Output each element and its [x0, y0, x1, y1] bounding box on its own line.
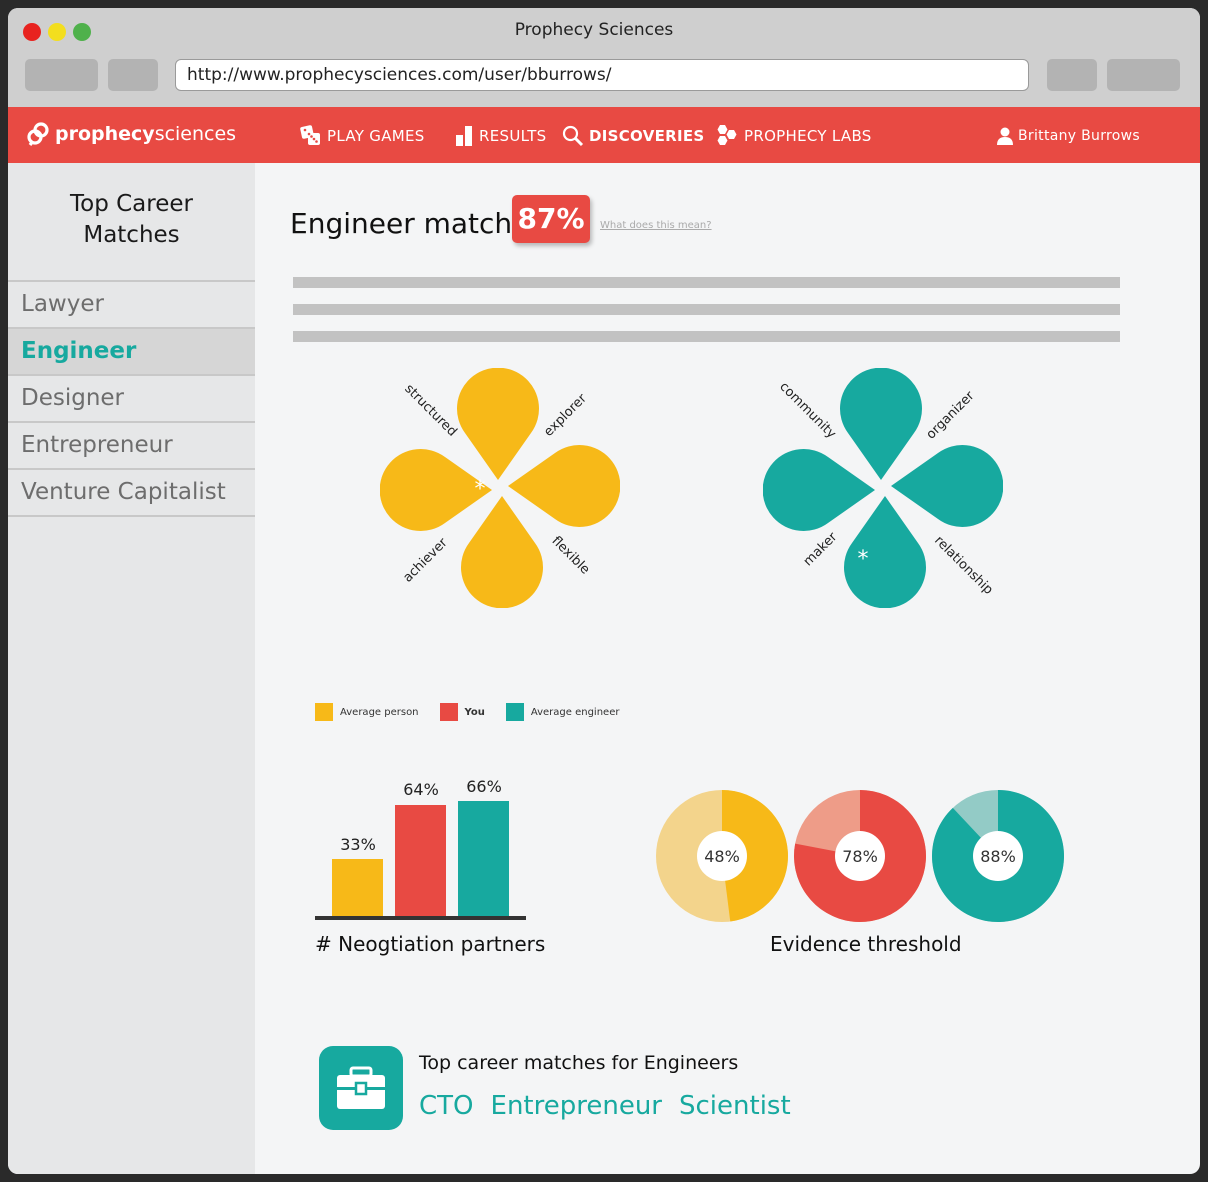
- career-link-cto[interactable]: CTO: [419, 1091, 474, 1121]
- sidebar-item-venture-capitalist[interactable]: Venture Capitalist: [8, 470, 255, 517]
- dice-icon: [300, 125, 320, 145]
- clover-label-community: community: [776, 379, 839, 442]
- match-badge: 87%: [512, 195, 590, 243]
- legend-label: Average person: [340, 706, 419, 718]
- top-nav: prophecy sciences PLAY GAMES RESULTS DISC…: [8, 107, 1200, 163]
- career-matches-title: Top career matches for Engineers: [419, 1052, 739, 1074]
- sidebar-item-designer[interactable]: Designer: [8, 376, 255, 423]
- toolbar-button[interactable]: [1047, 59, 1097, 91]
- address-bar[interactable]: http://www.prophecysciences.com/user/bbu…: [175, 59, 1029, 91]
- window-title: Prophecy Sciences: [514, 20, 674, 40]
- menu-button[interactable]: [1107, 59, 1180, 91]
- donut-value-label: 78%: [842, 847, 878, 866]
- bar-chart-icon: [456, 126, 472, 146]
- legend-swatch: [505, 703, 524, 721]
- main-content: Engineer match: 87% What does this mean?…: [255, 163, 1200, 1174]
- legend-swatch: [315, 703, 333, 721]
- clover-label-achiever: achiever: [400, 535, 451, 586]
- match-title: Engineer match:: [290, 207, 522, 240]
- donut-average-person: 48%: [656, 790, 788, 922]
- sidebar: Top Career Matches Lawyer Engineer Desig…: [8, 163, 255, 1174]
- sidebar-title-line1: Top Career: [70, 191, 193, 217]
- bar-average-engineer: [458, 801, 509, 916]
- browser-window: Prophecy Sciences http://www.prophecysci…: [8, 8, 1200, 1174]
- text-placeholder: [293, 331, 1120, 342]
- legend-average-engineer: Average engineer: [505, 703, 620, 721]
- sidebar-item-lawyer[interactable]: Lawyer: [8, 282, 255, 329]
- legend-you: You: [439, 703, 485, 721]
- career-link-scientist[interactable]: Scientist: [679, 1091, 791, 1121]
- text-placeholder: [293, 277, 1120, 288]
- legend-label: Average engineer: [530, 706, 620, 718]
- nav-discoveries-label: DISCOVERIES: [589, 127, 705, 145]
- donut-value-label: 88%: [980, 847, 1016, 866]
- back-button[interactable]: [25, 59, 98, 91]
- forward-button[interactable]: [108, 59, 158, 91]
- clover-label-flexible: flexible: [549, 534, 593, 578]
- clover-chart-right: * community organizer maker relationship: [763, 368, 1003, 608]
- sidebar-item-engineer[interactable]: Engineer: [8, 329, 255, 376]
- user-name: Brittany Burrows: [1018, 128, 1140, 144]
- career-link-entrepreneur[interactable]: Entrepreneur: [491, 1091, 662, 1121]
- sidebar-item-entrepreneur[interactable]: Entrepreneur: [8, 423, 255, 470]
- legend-swatch: [439, 703, 458, 721]
- chart-legend: Average person You Average engineer: [315, 703, 640, 721]
- logo[interactable]: prophecy sciences: [26, 119, 236, 149]
- donut-charts: 48% 78% 88%: [656, 790, 1064, 922]
- clover-label-maker: maker: [801, 529, 841, 569]
- nav-results-label: RESULTS: [479, 127, 547, 145]
- donut-value-label: 48%: [704, 847, 740, 866]
- sidebar-title-line2: Matches: [83, 222, 180, 248]
- bar-value-label: 33%: [340, 834, 376, 854]
- legend-average-person: Average person: [315, 703, 419, 721]
- donut-you: 78%: [794, 790, 926, 922]
- nav-play-games[interactable]: PLAY GAMES: [300, 123, 425, 149]
- nav-prophecy-labs[interactable]: PROPHECY LABS: [713, 123, 872, 149]
- nav-discoveries[interactable]: DISCOVERIES: [562, 123, 705, 149]
- search-icon: [562, 125, 584, 147]
- briefcase-icon: [319, 1046, 403, 1130]
- bar-you: [395, 804, 446, 916]
- bar-chart: 33% 64% 66%: [315, 777, 530, 928]
- prophecy-logo-icon: [27, 122, 49, 146]
- nav-play-games-label: PLAY GAMES: [327, 127, 425, 145]
- legend-label: You: [464, 706, 485, 718]
- text-placeholder: [293, 304, 1120, 315]
- bar-chart-axis: [315, 916, 526, 920]
- career-list: Lawyer Engineer Designer Entrepreneur Ve…: [8, 280, 255, 517]
- sidebar-title: Top Career Matches: [8, 189, 255, 251]
- logo-text-light: sciences: [154, 123, 237, 145]
- user-menu[interactable]: Brittany Burrows: [997, 123, 1140, 149]
- hexagon-cluster-icon: [717, 125, 737, 145]
- donut-chart-caption: Evidence threshold: [770, 932, 962, 956]
- clover-label-explorer: explorer: [541, 391, 590, 440]
- clover-label-organizer: organizer: [924, 388, 978, 442]
- browser-chrome: Prophecy Sciences http://www.prophecysci…: [8, 8, 1200, 107]
- what-does-this-mean-link[interactable]: What does this mean?: [600, 220, 712, 231]
- clover-right-marker: *: [858, 547, 869, 572]
- donut-average-engineer: 88%: [932, 790, 1064, 922]
- clover-chart-left: * structured explorer achiever flexible: [380, 368, 620, 608]
- nav-results[interactable]: RESULTS: [456, 123, 546, 149]
- clover-label-structured: structured: [401, 381, 459, 439]
- bar-chart-caption: # Neogtiation partners: [315, 932, 546, 956]
- nav-prophecy-labs-label: PROPHECY LABS: [744, 127, 872, 145]
- bar-value-label: 64%: [403, 780, 439, 800]
- bar-value-label: 66%: [466, 777, 502, 796]
- career-matches-list: CTO Entrepreneur Scientist: [419, 1091, 808, 1121]
- bar-average-person: [332, 858, 383, 916]
- logo-text-bold: prophecy: [55, 123, 155, 145]
- clover-left-marker: *: [475, 477, 486, 502]
- clover-label-relationship: relationship: [931, 533, 996, 598]
- user-icon: [997, 127, 1013, 145]
